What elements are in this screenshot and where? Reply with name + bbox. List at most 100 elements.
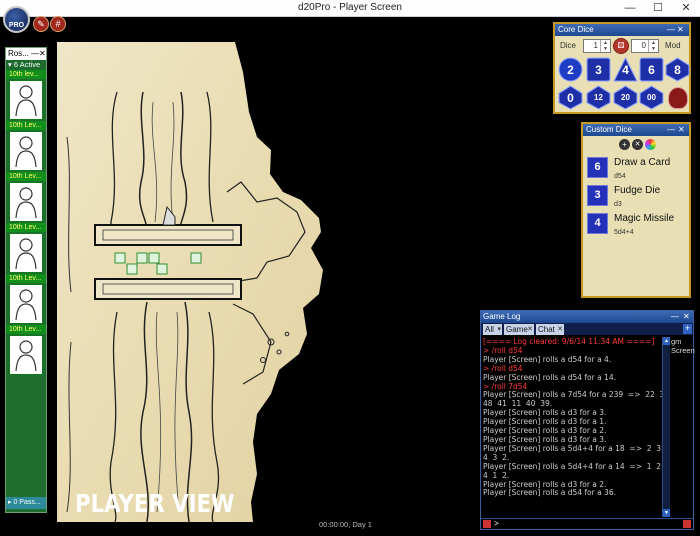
roster-passive-count[interactable]: ▸ 0 Pass...	[6, 497, 46, 509]
custom-die-icon[interactable]: 3	[587, 185, 608, 206]
chat-input[interactable]: >	[481, 518, 693, 529]
log-line: 4 3 2.	[483, 453, 510, 462]
maximize-button[interactable]: ☐	[644, 0, 672, 16]
custom-dice-title: Custom Dice	[586, 125, 632, 134]
edit-tool-icon[interactable]: ✎	[33, 16, 49, 32]
log-line: > /roll d54	[483, 364, 523, 373]
game-log-scrollbar[interactable]: ▲ ▼	[662, 337, 670, 517]
tab-chat-close-icon[interactable]: ✕	[557, 324, 563, 335]
log-line: Player [Screen] rolls a 5d4+4 for a 18 =…	[483, 444, 662, 453]
roster-character[interactable]: 10th Lev...	[6, 274, 46, 325]
core-dice-minimize-button[interactable]: —	[667, 24, 675, 36]
tab-game[interactable]: Game ✕	[504, 324, 534, 335]
log-line: Player [Screen] rolls a d3 for a 2.	[483, 427, 607, 436]
custom-dice-panel: Custom Dice — ✕ + ✕ 6 Draw a Card d54 3 Fudg…	[581, 122, 691, 298]
custom-die-item[interactable]: 4 Magic Missile 5d4+4	[587, 213, 689, 239]
d2-die-button[interactable]: 2	[558, 57, 583, 82]
roster-character[interactable]: 10th Lev...	[6, 325, 46, 376]
roster-character[interactable]: 10th Lev...	[6, 121, 46, 172]
d10-die-button[interactable]: 0	[558, 85, 583, 110]
log-line: > /roll d54	[483, 346, 523, 355]
character-portrait[interactable]	[9, 182, 43, 222]
game-log-header: Game Log — ✕	[481, 311, 693, 323]
custom-die-item[interactable]: 6 Draw a Card d54	[587, 157, 689, 183]
roster-character-label: 10th Lev...	[6, 223, 46, 232]
log-user[interactable]: Screen	[671, 346, 695, 355]
minimize-button[interactable]: —	[616, 0, 644, 16]
core-dice-close-button[interactable]: ✕	[677, 24, 684, 36]
character-portrait[interactable]	[9, 131, 43, 171]
roster-character-label: 10th Lev...	[6, 325, 46, 334]
roster-character-label: 10th lev...	[6, 70, 46, 79]
log-line: Player [Screen] rolls a 5d4+4 for a 14 =…	[483, 462, 662, 471]
modifier-spinner[interactable]: ▲ ▼	[648, 40, 658, 52]
custom-die-icon[interactable]: 4	[587, 213, 608, 234]
tab-all[interactable]: All ▾	[483, 324, 502, 335]
dice-count-field[interactable]: 1 ▲ ▼	[583, 39, 611, 53]
roster-active-count[interactable]: ▾ 6 Active	[6, 60, 46, 70]
custom-die-name: Draw a Card	[614, 157, 671, 168]
game-log-close-button[interactable]: ✕	[683, 311, 690, 323]
add-tab-button[interactable]: +	[683, 324, 692, 334]
character-portrait-icon	[15, 340, 37, 372]
game-log-minimize-button[interactable]: —	[671, 311, 679, 323]
tab-game-close-icon[interactable]: ✕	[527, 324, 533, 335]
character-portrait-icon	[15, 289, 37, 321]
tab-chat[interactable]: Chat ✕	[536, 324, 564, 335]
die-label: 3	[595, 62, 602, 77]
roster-character[interactable]: 10th Lev...	[6, 223, 46, 274]
window-title: d20Pro - Player Screen	[298, 2, 402, 13]
remove-custom-die-icon[interactable]: ✕	[632, 139, 643, 150]
d6-die-button[interactable]: 6	[639, 57, 664, 82]
d8-die-button[interactable]: 8	[665, 57, 690, 82]
character-portrait[interactable]	[9, 80, 43, 120]
color-picker-icon[interactable]	[645, 139, 656, 150]
log-line: Player [Screen] rolls a d3 for a 1.	[483, 418, 607, 427]
dice-count-spinner[interactable]: ▲ ▼	[600, 40, 610, 52]
character-portrait[interactable]	[9, 284, 43, 324]
character-portrait-icon	[15, 85, 37, 117]
roll-dice-icon[interactable]: ⚄	[613, 38, 629, 54]
d100-die-button[interactable]: 00	[639, 85, 664, 110]
custom-dice-minimize-button[interactable]: —	[667, 124, 675, 136]
die-label: 8	[674, 62, 681, 77]
custom-dice-header: Custom Dice — ✕	[583, 124, 689, 136]
roster-minimize-button[interactable]: —	[31, 48, 39, 60]
custom-die-item[interactable]: 3 Fudge Die d3	[587, 185, 689, 211]
d12-die-button[interactable]: 12	[586, 85, 611, 110]
custom-die-name: Fudge Die	[614, 185, 661, 196]
roster-close-button[interactable]: ✕	[39, 48, 46, 60]
close-button[interactable]: ✕	[672, 0, 700, 16]
map-view[interactable]	[57, 42, 477, 523]
d20-die-button[interactable]: 20	[613, 85, 638, 110]
tab-all-dropdown-icon[interactable]: ▾	[497, 324, 501, 335]
game-log-user-list: gm Screen	[671, 337, 695, 515]
log-line: Player [Screen] rolls a d54 for a 36.	[483, 489, 616, 498]
log-line: > /roll 7d54	[483, 382, 528, 391]
roster-panel: Ros... — ✕ ▾ 6 Active 10th lev... 10th Le…	[5, 47, 47, 513]
roster-character[interactable]: 10th Lev...	[6, 172, 46, 223]
chat-emote-icon[interactable]	[483, 520, 491, 528]
roster-character[interactable]: 10th lev...	[6, 70, 46, 121]
d3-die-button[interactable]: 3	[586, 57, 611, 82]
scroll-up-icon[interactable]: ▲	[663, 337, 670, 345]
dice-bag-icon[interactable]	[668, 87, 688, 109]
custom-die-icon[interactable]: 6	[587, 157, 608, 178]
character-portrait-icon	[15, 187, 37, 219]
core-dice-header: Core Dice — ✕	[555, 24, 689, 36]
d4-die-button[interactable]: 4	[613, 57, 638, 82]
app-window: d20Pro - Player Screen — ☐ ✕ PRO ✎ # Ros…	[0, 0, 700, 536]
die-label: 12	[594, 93, 603, 102]
log-line: Player [Screen] rolls a 7d54 for a 239 =…	[483, 391, 663, 400]
log-user[interactable]: gm	[671, 337, 693, 346]
grid-tool-icon[interactable]: #	[50, 16, 66, 32]
chat-send-icon[interactable]	[683, 520, 691, 528]
scroll-down-icon[interactable]: ▼	[663, 509, 670, 517]
modifier-field[interactable]: 0 ▲ ▼	[631, 39, 659, 53]
character-portrait[interactable]	[9, 233, 43, 273]
character-portrait[interactable]	[9, 335, 43, 375]
custom-dice-close-button[interactable]: ✕	[678, 124, 685, 136]
d20pro-logo-button[interactable]: PRO	[3, 6, 30, 33]
add-custom-die-icon[interactable]: +	[619, 139, 630, 150]
dungeon-map[interactable]	[57, 42, 477, 523]
